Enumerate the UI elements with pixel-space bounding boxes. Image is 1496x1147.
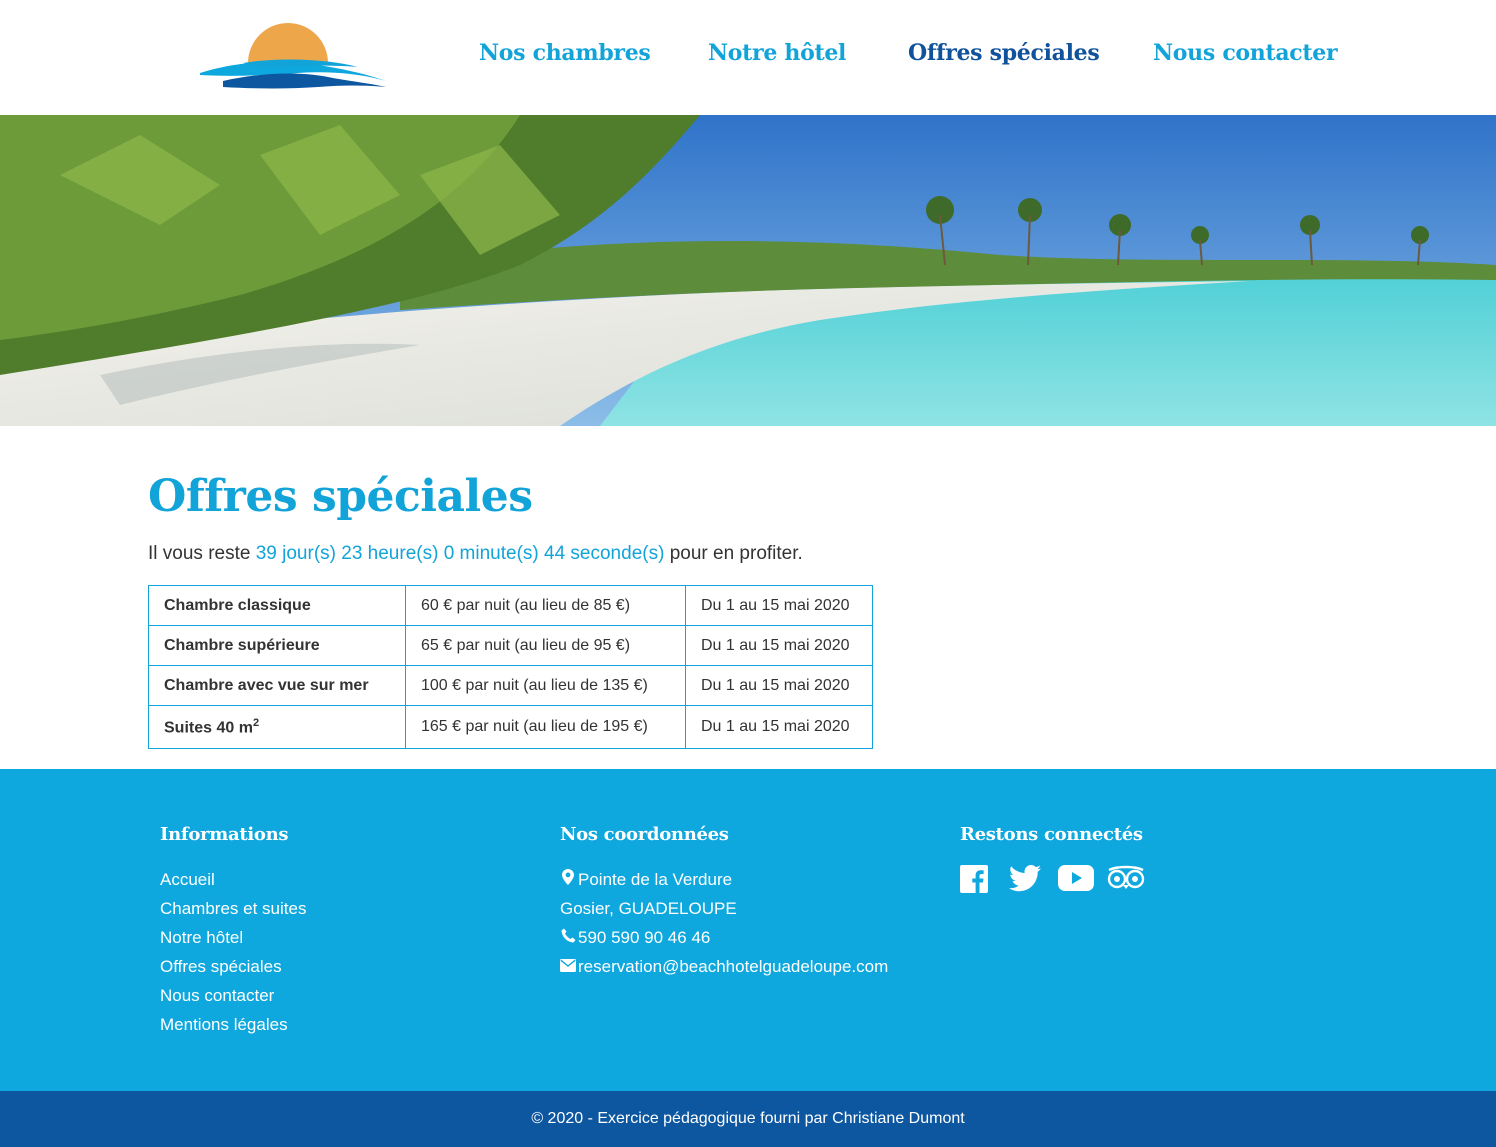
footer-link-nous-contacter[interactable]: Nous contacter xyxy=(160,986,274,1005)
countdown-text: Il vous reste 39 jour(s) 23 heure(s) 0 m… xyxy=(148,540,1348,568)
hero-beach-image xyxy=(0,115,1496,426)
offer-price: 60 € par nuit (au lieu de 85 €) xyxy=(405,585,686,626)
footer-info-column: Informations Accueil Chambres et suites … xyxy=(160,824,306,1039)
envelope-icon xyxy=(560,952,576,981)
social-icons xyxy=(960,865,1145,895)
offer-dates: Du 1 au 15 mai 2020 xyxy=(685,705,873,749)
footer-social-title: Restons connectés xyxy=(960,824,1143,845)
offers-table: Chambre classique 60 € par nuit (au lieu… xyxy=(148,585,873,749)
phone-text[interactable]: 590 590 90 46 46 xyxy=(578,928,710,947)
twitter-icon[interactable] xyxy=(1009,865,1043,895)
offer-price: 165 € par nuit (au lieu de 195 €) xyxy=(405,705,686,749)
site-header: Nos chambres Notre hôtel Offres spéciale… xyxy=(0,0,1496,115)
address-line1-text: Pointe de la Verdure xyxy=(578,870,733,889)
countdown-days: 39 jour(s) xyxy=(255,543,336,564)
offer-name: Chambre avec vue sur mer xyxy=(148,665,406,706)
footer-contact-title: Nos coordonnées xyxy=(560,824,729,845)
footer-info-title: Informations xyxy=(160,824,289,845)
offer-dates: Du 1 au 15 mai 2020 xyxy=(685,625,873,666)
email-text[interactable]: reservation@beachhotelguadeloupe.com xyxy=(578,957,888,976)
nav-item-offres-speciales[interactable]: Offres spéciales xyxy=(908,40,1100,66)
offer-dates: Du 1 au 15 mai 2020 xyxy=(685,665,873,706)
copyright-bar: © 2020 - Exercice pédagogique fourni par… xyxy=(0,1091,1496,1147)
main-nav: Nos chambres Notre hôtel Offres spéciale… xyxy=(0,40,1496,76)
footer-link-offres-speciales[interactable]: Offres spéciales xyxy=(160,957,282,976)
contact-email: reservation@beachhotelguadeloupe.com xyxy=(560,952,888,981)
table-row: Chambre avec vue sur mer 100 € par nuit … xyxy=(148,665,873,706)
offer-price: 65 € par nuit (au lieu de 95 €) xyxy=(405,625,686,666)
offer-name: Suites 40 m2 xyxy=(148,705,406,749)
table-row: Chambre classique 60 € par nuit (au lieu… xyxy=(148,585,873,626)
countdown-minutes: 0 minute(s) xyxy=(443,543,539,564)
countdown-seconds: 44 seconde(s) xyxy=(544,543,665,564)
offer-dates: Du 1 au 15 mai 2020 xyxy=(685,585,873,626)
nav-item-notre-hotel[interactable]: Notre hôtel xyxy=(708,40,846,66)
countdown-suffix: pour en profiter. xyxy=(669,543,803,564)
footer-link-accueil[interactable]: Accueil xyxy=(160,870,215,889)
contact-address-line2: Gosier, GUADELOUPE xyxy=(560,899,737,918)
facebook-icon[interactable] xyxy=(960,865,994,895)
table-row: Suites 40 m2 165 € par nuit (au lieu de … xyxy=(148,705,873,749)
countdown-hours: 23 heure(s) xyxy=(341,543,439,564)
footer-social-column: Restons connectés xyxy=(960,824,1145,895)
nav-item-nos-chambres[interactable]: Nos chambres xyxy=(479,40,651,66)
footer-link-notre-hotel[interactable]: Notre hôtel xyxy=(160,928,243,947)
youtube-icon[interactable] xyxy=(1058,865,1094,895)
copyright-text: © 2020 - Exercice pédagogique fourni par… xyxy=(531,1110,965,1127)
countdown-prefix: Il vous reste xyxy=(148,543,251,564)
phone-icon xyxy=(560,923,576,952)
nav-item-nous-contacter[interactable]: Nous contacter xyxy=(1153,40,1338,66)
table-row: Chambre supérieure 65 € par nuit (au lie… xyxy=(148,625,873,666)
tripadvisor-icon[interactable] xyxy=(1107,865,1145,895)
map-marker-icon xyxy=(560,865,576,894)
main-content: Offres spéciales Il vous reste 39 jour(s… xyxy=(148,468,1348,749)
offer-price: 100 € par nuit (au lieu de 135 €) xyxy=(405,665,686,706)
offer-name: Chambre classique xyxy=(148,585,406,626)
footer-contact-column: Nos coordonnées Pointe de la Verdure Gos… xyxy=(560,824,888,981)
page-title: Offres spéciales xyxy=(148,471,533,522)
footer-link-mentions-legales[interactable]: Mentions légales xyxy=(160,1015,288,1034)
offer-name: Chambre supérieure xyxy=(148,625,406,666)
site-footer: Informations Accueil Chambres et suites … xyxy=(0,769,1496,1091)
contact-address-line1: Pointe de la Verdure xyxy=(560,865,888,894)
footer-link-chambres-et-suites[interactable]: Chambres et suites xyxy=(160,899,306,918)
superscript-two: 2 xyxy=(252,716,260,729)
offer-name-text: Suites 40 m xyxy=(164,719,253,737)
contact-phone: 590 590 90 46 46 xyxy=(560,923,888,952)
